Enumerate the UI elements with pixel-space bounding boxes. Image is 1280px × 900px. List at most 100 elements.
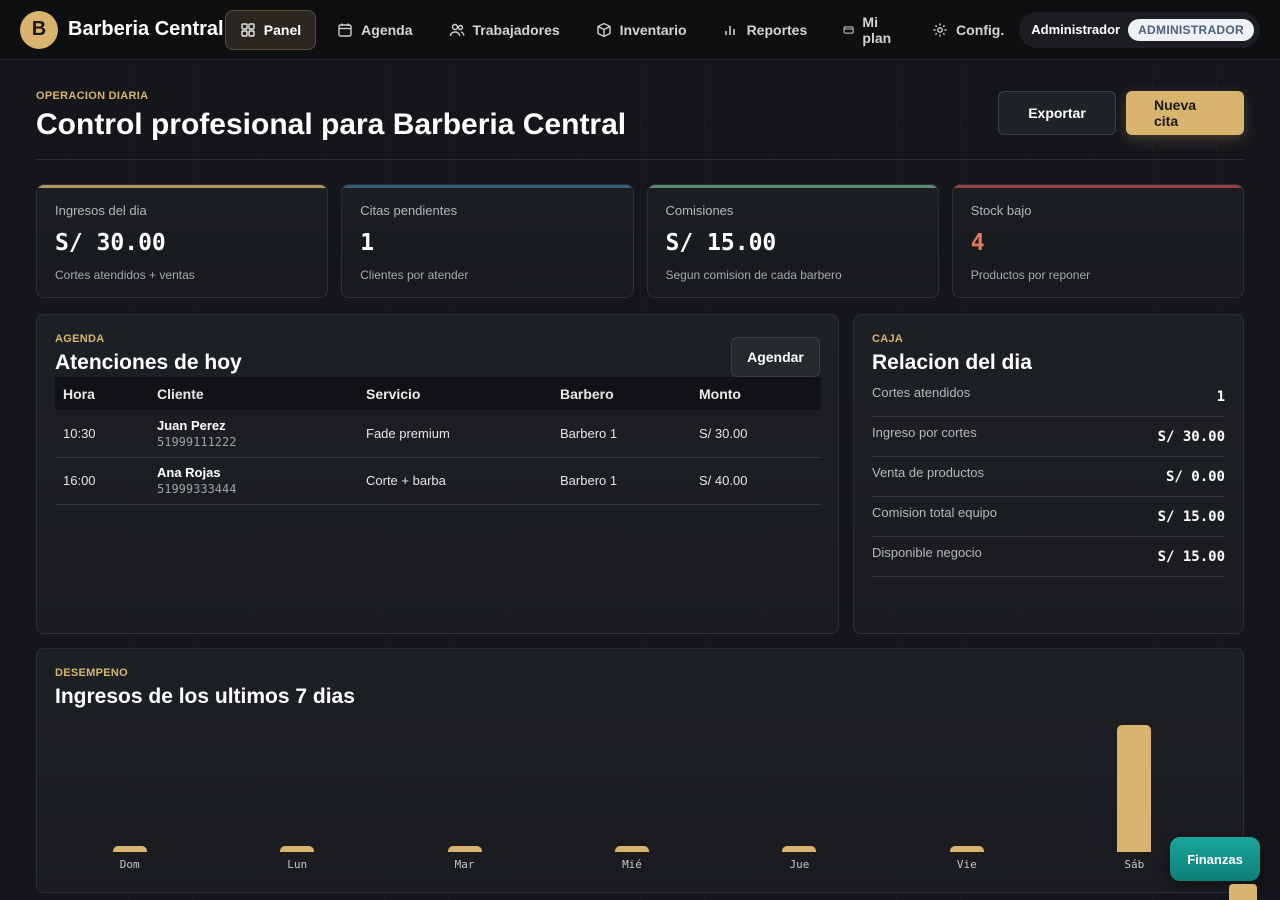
cash-eyebrow: CAJA xyxy=(872,333,904,345)
table-row[interactable]: 10:30 Juan Perez 51999111222 Fade premiu… xyxy=(55,410,821,458)
stat-sub: Cortes atendidos + ventas xyxy=(55,268,195,282)
nav-item-reportes[interactable]: Reportes xyxy=(708,10,823,50)
cell-cliente: Juan Perez 51999111222 xyxy=(149,410,358,458)
cell-monto: S/ 40.00 xyxy=(691,457,821,505)
stat-sub: Segun comision de cada barbero xyxy=(665,268,842,282)
stat-label: Citas pendientes xyxy=(360,203,458,218)
stat-card-ingresos: Ingresos del dia S/ 30.00 Cortes atendid… xyxy=(36,184,329,298)
cash-row-label: Cortes atendidos xyxy=(872,385,971,400)
gear-icon xyxy=(933,23,947,36)
brand-name: Barberia Central xyxy=(68,18,224,40)
chart-x-label: Jue xyxy=(789,858,810,871)
cell-barbero: Barbero 1 xyxy=(552,410,691,458)
cash-row: Comision total equipo S/ 15.00 xyxy=(872,497,1225,537)
stat-label: Stock bajo xyxy=(970,203,1032,218)
agenda-panel: AGENDA Atenciones de hoy Agendar Hora Cl… xyxy=(36,314,839,634)
role-badge: ADMINISTRADOR xyxy=(1128,18,1254,41)
cash-row-value: S/ 0.00 xyxy=(1165,468,1225,485)
client-name: Ana Rojas xyxy=(157,465,221,480)
nav-item-label: Reportes xyxy=(746,21,808,38)
performance-eyebrow: DESEMPENO xyxy=(55,667,128,679)
cell-monto: S/ 30.00 xyxy=(691,410,821,458)
edge-bar-fragment xyxy=(1229,884,1257,900)
column-header: Monto xyxy=(699,385,741,402)
cash-list: Cortes atendidos 1 Ingreso por cortes S/… xyxy=(872,377,1225,577)
card-icon xyxy=(843,25,854,34)
chart-x-label: Mié xyxy=(622,858,642,871)
column-header: Servicio xyxy=(366,385,421,402)
chart-x-label: Vie xyxy=(956,858,977,871)
chart-bar xyxy=(447,846,482,852)
nav-item-label: Panel xyxy=(263,21,302,38)
cell-servicio: Fade premium xyxy=(358,410,552,458)
chart-bar xyxy=(112,846,147,852)
stats-row: Ingresos del dia S/ 30.00 Cortes atendid… xyxy=(36,184,1244,298)
stat-sub: Clientes por atender xyxy=(360,268,469,282)
cash-row-label: Comision total equipo xyxy=(872,505,998,520)
chart-bar xyxy=(949,846,984,852)
cash-row-value: 1 xyxy=(1216,388,1225,405)
page-header: OPERACION DIARIA Control profesional par… xyxy=(36,90,1244,160)
cash-panel: CAJA Relacion del dia Cortes atendidos 1… xyxy=(853,314,1244,634)
revenue-chart: Dom Lun Mar Mié Jue Vie Sáb xyxy=(55,719,1227,879)
column-header: Hora xyxy=(63,385,95,402)
nav-item-agenda[interactable]: Agenda xyxy=(322,10,427,50)
cell-hora: 16:00 xyxy=(55,457,149,505)
nav-item-label: Inventario xyxy=(619,21,687,38)
nav-item-inventario[interactable]: Inventario xyxy=(581,10,702,50)
client-phone: 51999111222 xyxy=(157,434,237,449)
cash-row-value: S/ 30.00 xyxy=(1157,428,1225,445)
cash-row-value: S/ 15.00 xyxy=(1157,508,1225,525)
cash-row-label: Venta de productos xyxy=(872,465,985,480)
top-navbar: B Barberia Central Panel Agenda Trabajad… xyxy=(0,0,1280,60)
user-name: Administrador xyxy=(1031,22,1121,37)
cash-row-label: Disponible negocio xyxy=(872,545,982,560)
new-appointment-button[interactable]: Nueva cita xyxy=(1126,91,1244,135)
chart-x-label: Sáb xyxy=(1124,858,1145,871)
cell-cliente: Ana Rojas 51999333444 xyxy=(149,457,358,505)
stat-card-stock: Stock bajo 4 Productos por reponer xyxy=(951,184,1244,298)
nav-item-label: Agenda xyxy=(361,21,413,38)
stat-value: 1 xyxy=(360,230,375,256)
cash-row-label: Ingreso por cortes xyxy=(872,425,977,440)
nav-item-config[interactable]: Config. xyxy=(917,10,1019,50)
user-menu[interactable]: Administrador ADMINISTRADOR xyxy=(1019,11,1260,48)
client-phone: 51999333444 xyxy=(157,482,237,496)
table-row[interactable]: 16:00 Ana Rojas 51999333444 Corte + barb… xyxy=(55,457,821,505)
calendar-icon xyxy=(338,23,352,37)
chart-x-label: Mar xyxy=(454,858,475,871)
chart-bar xyxy=(615,846,649,852)
brand-logo: B xyxy=(20,10,58,49)
appointments-table: Hora Cliente Servicio Barbero Monto 10:3… xyxy=(55,377,821,505)
nav-item-label: Config. xyxy=(956,21,1005,38)
stat-label: Ingresos del dia xyxy=(55,203,147,218)
chart-x-label: Dom xyxy=(119,858,140,871)
nav-item-trabajadores[interactable]: Trabajadores xyxy=(434,10,575,50)
agenda-eyebrow: AGENDA xyxy=(55,333,105,345)
client-name: Juan Perez xyxy=(157,417,226,433)
schedule-button[interactable]: Agendar xyxy=(731,337,820,377)
cell-barbero: Barbero 1 xyxy=(552,457,691,505)
performance-title: Ingresos de los ultimos 7 dias xyxy=(55,685,355,708)
nav-item-label: Trabajadores xyxy=(472,21,560,38)
finances-button[interactable]: Finanzas xyxy=(1170,837,1260,881)
stat-label: Comisiones xyxy=(665,203,734,218)
agenda-title: Atenciones de hoy xyxy=(55,351,242,374)
chart-x-label: Lun xyxy=(287,858,308,871)
stat-card-citas: Citas pendientes 1 Clientes por atender xyxy=(341,184,634,298)
cash-row: Ingreso por cortes S/ 30.00 xyxy=(872,417,1225,457)
stat-value: S/ 30.00 xyxy=(55,230,166,256)
performance-panel: DESEMPENO Ingresos de los ultimos 7 dias… xyxy=(36,648,1244,893)
nav-item-panel[interactable]: Panel xyxy=(224,9,317,50)
table-header: Hora Cliente Servicio Barbero Monto xyxy=(55,377,821,410)
cash-row-value: S/ 15.00 xyxy=(1157,548,1225,565)
cash-title: Relacion del dia xyxy=(872,351,1032,374)
stat-card-comisiones: Comisiones S/ 15.00 Segun comision de ca… xyxy=(646,184,939,298)
chart-bar xyxy=(280,846,315,852)
nav-item-mi-plan[interactable]: Mi plan xyxy=(828,10,911,50)
stat-sub: Productos por reponer xyxy=(970,268,1091,282)
brand[interactable]: B Barberia Central xyxy=(20,10,225,49)
stat-value: 4 xyxy=(970,230,985,256)
header-actions: Exportar Nueva cita xyxy=(998,91,1244,135)
export-button[interactable]: Exportar xyxy=(998,91,1116,135)
